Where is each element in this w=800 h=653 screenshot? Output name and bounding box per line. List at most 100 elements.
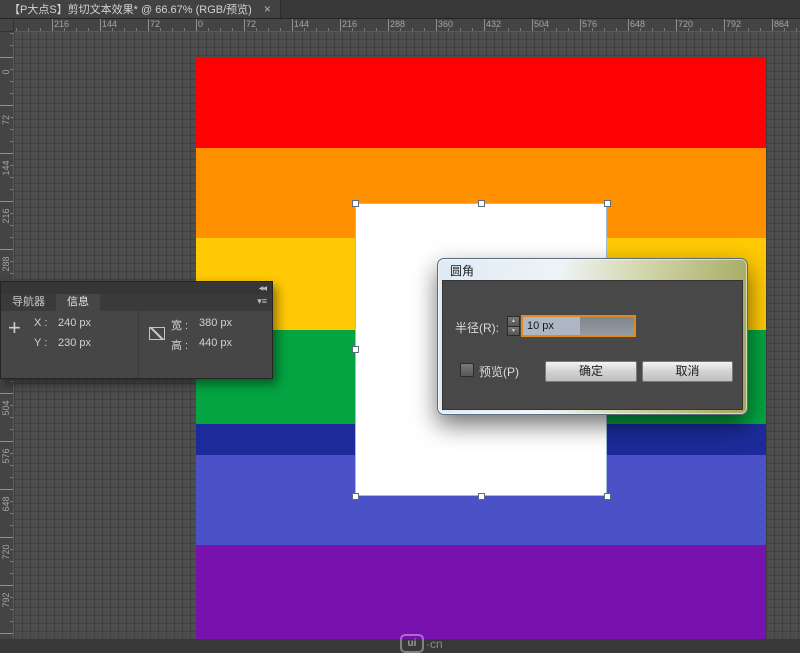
transform-handle-top-mid[interactable] bbox=[478, 200, 485, 207]
ruler-tick-minor bbox=[10, 81, 13, 82]
ruler-tick-minor bbox=[736, 28, 737, 31]
ruler-tick-minor bbox=[10, 405, 13, 406]
dialog-title[interactable]: 圆角 bbox=[450, 262, 474, 279]
ruler-tick bbox=[196, 19, 197, 31]
stripe-red bbox=[196, 57, 766, 148]
ruler-tick bbox=[532, 19, 533, 31]
spinner-up-icon[interactable]: ▲ bbox=[507, 316, 520, 326]
ruler-label: 144 bbox=[102, 19, 117, 29]
ruler-tick-minor bbox=[10, 381, 13, 382]
ruler-tick bbox=[388, 19, 389, 31]
ruler-label: 792 bbox=[1, 589, 11, 611]
ruler-tick-minor bbox=[112, 28, 113, 31]
transform-handle-mid-left[interactable] bbox=[352, 346, 359, 353]
y-value: 230 px bbox=[58, 337, 91, 349]
ruler-tick-minor bbox=[472, 28, 473, 31]
ruler-tick-minor bbox=[376, 28, 377, 31]
ruler-label: 72 bbox=[246, 19, 256, 29]
ruler-tick bbox=[0, 57, 13, 58]
ruler-tick-minor bbox=[124, 28, 125, 31]
ruler-tick-minor bbox=[10, 561, 13, 562]
ruler-tick-minor bbox=[232, 28, 233, 31]
ruler-tick bbox=[0, 489, 13, 490]
transform-handle-bottom-left[interactable] bbox=[352, 493, 359, 500]
transform-handle-bottom-right[interactable] bbox=[604, 493, 611, 500]
ok-button[interactable]: 确定 bbox=[545, 361, 637, 382]
width-label: 宽 : bbox=[171, 317, 188, 333]
info-panel-drag-bar[interactable]: ◀◀ bbox=[1, 282, 272, 294]
panel-menu-icon[interactable]: ▾≡ bbox=[257, 296, 267, 307]
height-label: 高 : bbox=[171, 337, 188, 353]
transform-handle-top-right[interactable] bbox=[604, 200, 611, 207]
ruler-tick-minor bbox=[10, 45, 13, 46]
ruler-label: 720 bbox=[1, 541, 11, 563]
ruler-tick-minor bbox=[10, 429, 13, 430]
dialog-body: 半径(R): ▲ ▼ 10 px 预览(P) 确定 取消 bbox=[442, 280, 743, 410]
radius-value: 10 px bbox=[523, 317, 580, 335]
ruler-tick-minor bbox=[10, 501, 13, 502]
radius-stepper[interactable]: ▲ ▼ bbox=[507, 316, 520, 336]
rounded-corner-dialog: 圆角 半径(R): ▲ ▼ 10 px 预览(P) 确定 取消 bbox=[437, 258, 748, 415]
ruler-tick-minor bbox=[64, 28, 65, 31]
ruler-tick bbox=[0, 441, 13, 442]
height-value: 440 px bbox=[199, 337, 232, 349]
ruler-label: 864 bbox=[774, 19, 789, 29]
radius-input[interactable]: 10 px bbox=[521, 315, 636, 337]
ruler-tick-minor bbox=[10, 477, 13, 478]
tab-info[interactable]: 信息 bbox=[56, 294, 100, 311]
tab-navigator[interactable]: 导航器 bbox=[1, 294, 56, 311]
ruler-tick-minor bbox=[640, 28, 641, 31]
ruler-tick-minor bbox=[664, 28, 665, 31]
preview-checkbox[interactable] bbox=[460, 363, 474, 377]
ruler-tick-minor bbox=[10, 237, 13, 238]
ruler-tick-minor bbox=[10, 69, 13, 70]
ruler-tick-minor bbox=[10, 549, 13, 550]
document-tab-bar: 【P大点S】剪切文本效果* @ 66.67% (RGB/预览) × bbox=[0, 0, 800, 19]
width-value: 380 px bbox=[199, 317, 232, 329]
ruler-tick-minor bbox=[412, 28, 413, 31]
ruler-tick-minor bbox=[10, 189, 13, 190]
ruler-tick bbox=[0, 633, 13, 634]
ruler-tick bbox=[628, 19, 629, 31]
ruler-label: 288 bbox=[1, 253, 11, 275]
ruler-tick bbox=[676, 19, 677, 31]
ruler-label: 648 bbox=[630, 19, 645, 29]
tab-close-icon[interactable]: × bbox=[264, 2, 271, 16]
ruler-tick-minor bbox=[784, 28, 785, 31]
ruler-tick-minor bbox=[796, 28, 797, 31]
cancel-button[interactable]: 取消 bbox=[642, 361, 733, 382]
horizontal-ruler[interactable]: 2161447207214421628836043250457664872079… bbox=[0, 19, 800, 32]
watermark: ui ·cn bbox=[400, 634, 443, 653]
ruler-tick bbox=[0, 249, 13, 250]
ruler-tick bbox=[292, 19, 293, 31]
spinner-down-icon[interactable]: ▼ bbox=[507, 326, 520, 336]
ruler-label: 72 bbox=[1, 109, 11, 131]
ruler-tick-minor bbox=[268, 28, 269, 31]
ruler-tick-minor bbox=[424, 28, 425, 31]
ruler-tick-minor bbox=[172, 28, 173, 31]
ruler-tick bbox=[340, 19, 341, 31]
ruler-tick bbox=[484, 19, 485, 31]
ruler-tick-minor bbox=[712, 28, 713, 31]
info-panel[interactable]: ◀◀ 导航器 信息 ▾≡ + X : 240 px Y : 230 px 宽 :… bbox=[0, 281, 273, 379]
y-label: Y : bbox=[34, 337, 47, 349]
panel-divider bbox=[138, 311, 139, 378]
ruler-tick-minor bbox=[10, 453, 13, 454]
ruler-tick-minor bbox=[10, 573, 13, 574]
ruler-tick-minor bbox=[748, 28, 749, 31]
ruler-tick-minor bbox=[208, 28, 209, 31]
document-tab[interactable]: 【P大点S】剪切文本效果* @ 66.67% (RGB/预览) × bbox=[0, 0, 281, 18]
ruler-tick-minor bbox=[544, 28, 545, 31]
stripe-purple bbox=[196, 545, 766, 639]
ruler-tick-minor bbox=[28, 28, 29, 31]
ruler-label: 144 bbox=[1, 157, 11, 179]
ruler-tick-minor bbox=[10, 273, 13, 274]
ruler-tick-minor bbox=[364, 28, 365, 31]
ruler-tick-minor bbox=[400, 28, 401, 31]
watermark-logo: ui bbox=[400, 634, 424, 653]
transform-handle-top-left[interactable] bbox=[352, 200, 359, 207]
transform-handle-bottom-mid[interactable] bbox=[478, 493, 485, 500]
ruler-tick-minor bbox=[520, 28, 521, 31]
ruler-label: 504 bbox=[534, 19, 549, 29]
collapse-panel-icon[interactable]: ◀◀ bbox=[259, 285, 266, 292]
